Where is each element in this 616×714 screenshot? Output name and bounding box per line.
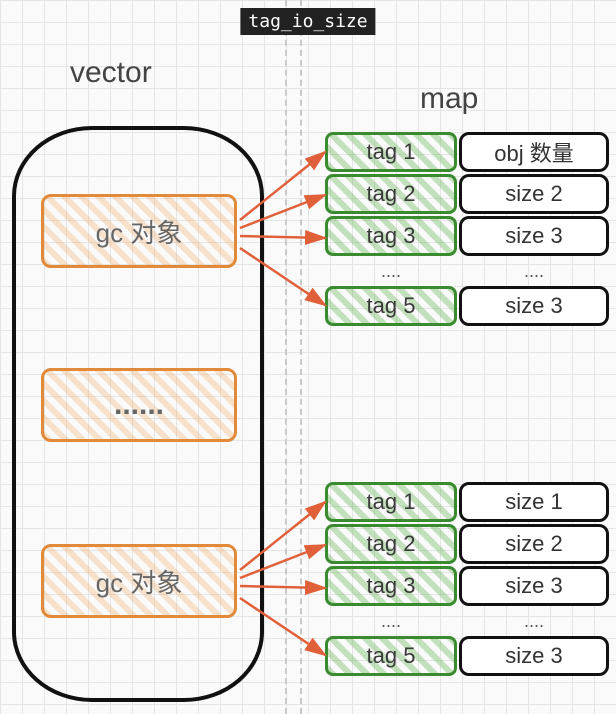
value-cell: size 3 bbox=[459, 216, 609, 256]
map-block: tag 1 obj 数量 tag 2 size 2 tag 3 size 3 .… bbox=[325, 132, 609, 328]
ellipsis-tag: .... bbox=[325, 608, 457, 634]
map-row-ellipsis: .... .... bbox=[325, 258, 609, 284]
map-row-ellipsis: .... .... bbox=[325, 608, 609, 634]
diagram-title: tag_io_size bbox=[240, 8, 375, 35]
tag-cell: tag 3 bbox=[325, 216, 457, 256]
ellipsis-value: .... bbox=[459, 608, 609, 634]
map-row: tag 2 size 2 bbox=[325, 174, 609, 214]
tag-cell: tag 2 bbox=[325, 174, 457, 214]
vector-item: gc 对象 bbox=[41, 194, 237, 268]
map-row: tag 3 size 3 bbox=[325, 216, 609, 256]
map-row: tag 5 size 3 bbox=[325, 286, 609, 326]
vector-item-label: gc 对象 bbox=[96, 563, 183, 600]
vector-label: vector bbox=[70, 56, 152, 90]
tag-cell: tag 5 bbox=[325, 286, 457, 326]
map-row: tag 1 size 1 bbox=[325, 482, 609, 522]
ellipsis-value: .... bbox=[459, 258, 609, 284]
tag-cell: tag 3 bbox=[325, 566, 457, 606]
vector-item: gc 对象 bbox=[41, 544, 237, 618]
map-block: tag 1 size 1 tag 2 size 2 tag 3 size 3 .… bbox=[325, 482, 609, 678]
ellipsis-tag: .... bbox=[325, 258, 457, 284]
map-row: tag 5 size 3 bbox=[325, 636, 609, 676]
value-cell: size 3 bbox=[459, 566, 609, 606]
divider-line-2 bbox=[300, 0, 302, 714]
map-row: tag 1 obj 数量 bbox=[325, 132, 609, 172]
value-cell: obj 数量 bbox=[459, 132, 609, 172]
vector-item: ...... bbox=[41, 368, 237, 442]
vector-item-label: gc 对象 bbox=[96, 213, 183, 250]
vector-container: gc 对象 ...... gc 对象 bbox=[12, 126, 264, 702]
tag-cell: tag 5 bbox=[325, 636, 457, 676]
vector-item-label: ...... bbox=[114, 388, 164, 422]
value-cell: size 2 bbox=[459, 524, 609, 564]
value-cell: size 1 bbox=[459, 482, 609, 522]
map-row: tag 3 size 3 bbox=[325, 566, 609, 606]
value-cell: size 3 bbox=[459, 286, 609, 326]
map-row: tag 2 size 2 bbox=[325, 524, 609, 564]
value-cell: size 3 bbox=[459, 636, 609, 676]
tag-cell: tag 1 bbox=[325, 482, 457, 522]
tag-cell: tag 1 bbox=[325, 132, 457, 172]
value-cell: size 2 bbox=[459, 174, 609, 214]
divider-line-1 bbox=[285, 0, 287, 714]
map-label: map bbox=[420, 82, 478, 116]
tag-cell: tag 2 bbox=[325, 524, 457, 564]
